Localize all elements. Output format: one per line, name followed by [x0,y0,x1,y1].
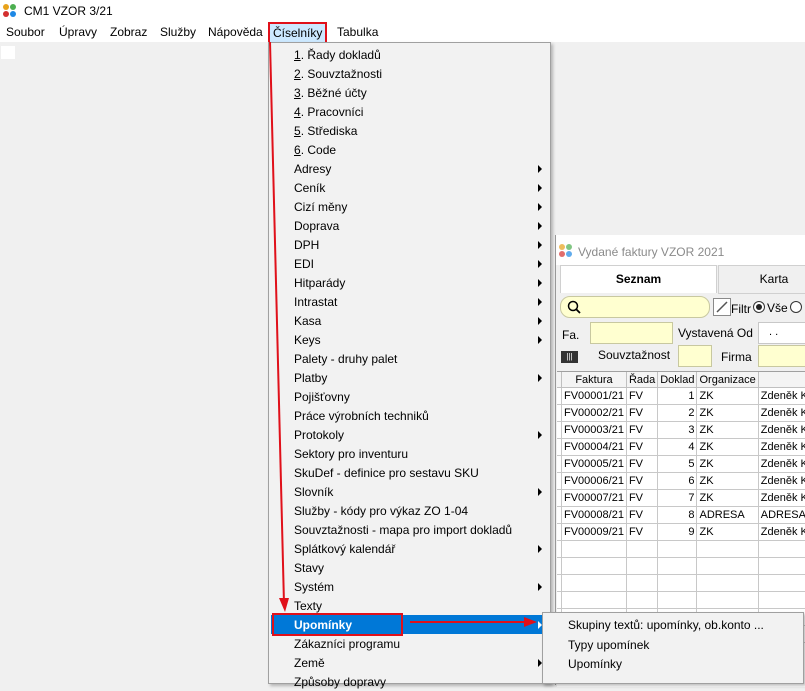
annotation-arrowhead-right [524,617,537,627]
annotation-arrows [269,41,537,627]
annotation-arrowhead-down [279,598,289,612]
annotation-arrow-down [269,41,285,605]
